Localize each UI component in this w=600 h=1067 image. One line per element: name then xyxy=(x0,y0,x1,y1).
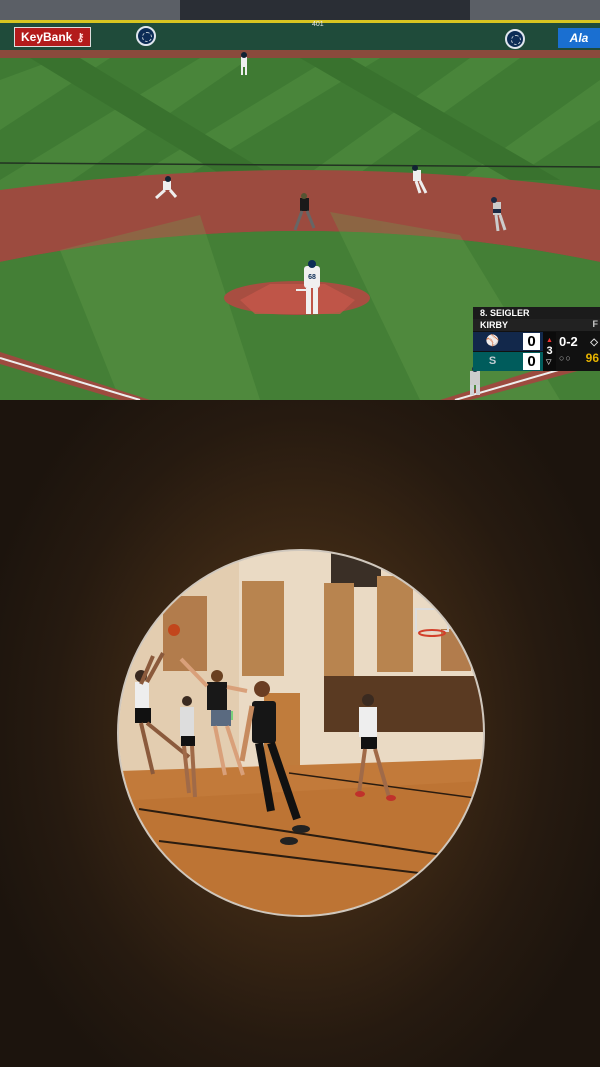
mariners-wall-logo-icon xyxy=(136,26,156,46)
pitcher-name: KIRBY xyxy=(473,319,600,331)
outfield-distance-marker: 401 xyxy=(312,21,324,28)
wall-panel xyxy=(242,581,284,676)
pitcher-jersey-number: 68 xyxy=(308,274,316,281)
keybank-ad: KeyBank ⚷ xyxy=(14,27,92,47)
key-icon: ⚷ xyxy=(76,32,85,44)
wall-panel xyxy=(377,576,413,672)
inning-top-arrow-icon: ▲ xyxy=(546,337,553,344)
brewers-logo-icon: ⚾ xyxy=(485,335,500,347)
inning-bottom-arrow-icon: ▽ xyxy=(546,359,552,366)
away-team-row: ⚾ 0 xyxy=(473,332,543,351)
ball-strike-count: 0-2 xyxy=(559,334,578,349)
baseball-broadcast-video[interactable]: 68 KeyBank ⚷ 401 Ala 8. SEIGLER KIRBY F ⚾… xyxy=(0,0,600,400)
inning-number: 3 xyxy=(546,345,553,357)
outs-indicator: ○○ xyxy=(559,353,572,363)
scoreboard: 8. SEIGLER KIRBY F ⚾ 0 S 0 ▲ 3 ▽ 0-2 ◇ ○… xyxy=(473,307,600,371)
wall-panel xyxy=(324,583,354,678)
pitcher-suffix: F xyxy=(592,319,599,329)
home-team-row: S 0 xyxy=(473,352,543,371)
alaska-airlines-ad: Ala xyxy=(558,28,600,48)
stands-shadow xyxy=(180,0,470,20)
wall-dark-panel xyxy=(324,676,483,732)
bases-diamond-icon: ◇ xyxy=(590,337,598,348)
wall-top-line xyxy=(0,20,600,23)
inning-indicator: ▲ 3 ▽ xyxy=(543,332,556,371)
home-score: 0 xyxy=(523,353,540,370)
keybank-label: KeyBank xyxy=(21,30,73,44)
pitch-count: 96 xyxy=(585,351,599,365)
away-score: 0 xyxy=(523,333,540,350)
gym-scene xyxy=(119,551,483,915)
mariners-wall-logo-icon-right xyxy=(505,29,525,49)
basketball xyxy=(168,624,180,636)
mariners-logo-icon: S xyxy=(488,355,497,367)
warning-track xyxy=(0,50,600,58)
basketball-circle-video[interactable] xyxy=(117,549,485,917)
batter-name: 8. SEIGLER xyxy=(473,307,600,319)
